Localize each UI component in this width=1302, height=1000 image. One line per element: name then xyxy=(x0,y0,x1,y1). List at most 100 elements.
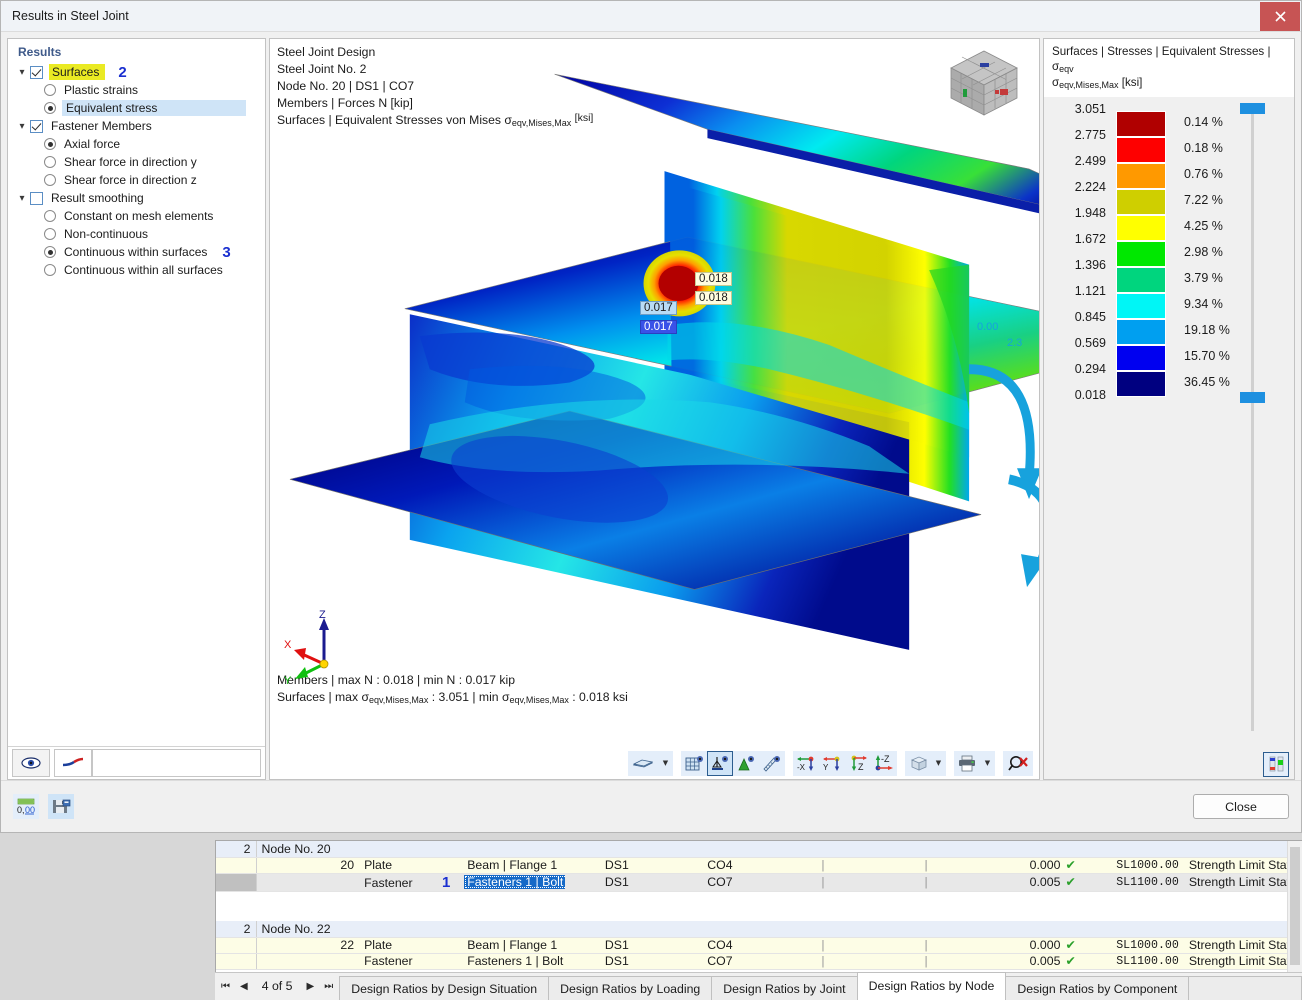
callout-marker-1: 1 xyxy=(442,873,451,891)
printer-icon[interactable] xyxy=(954,750,980,776)
toolbar-group-views: -X Y Z -Z xyxy=(793,750,897,776)
radio-plastic-strains[interactable] xyxy=(44,84,56,96)
tree-footer-toolbar xyxy=(8,746,265,779)
chevron-down-icon[interactable]: ▼ xyxy=(931,750,946,776)
radio-continuous-within-surfaces[interactable] xyxy=(44,246,56,258)
cube-icon[interactable] xyxy=(905,750,931,776)
tree-item-constant-on-mesh[interactable]: Constant on mesh elements xyxy=(14,207,261,225)
table-row[interactable]: Fastener Fasteners 1 | Bolt 1, 1 DS1 CO7… xyxy=(216,953,1287,970)
surface-shading-icon[interactable] xyxy=(628,750,658,776)
table-row[interactable]: 22 Plate Beam | Flange 1 DS1 CO4 | | 0.0… xyxy=(216,937,1287,954)
visibility-eye-icon[interactable] xyxy=(12,749,50,777)
ruler-icon[interactable] xyxy=(759,750,785,776)
axis-neg-z-icon[interactable]: -Z xyxy=(871,750,897,776)
tree-item-equivalent-stress[interactable]: Equivalent stress xyxy=(14,99,261,117)
magnifier-reset-icon[interactable] xyxy=(1003,750,1033,776)
tree-footer-field[interactable] xyxy=(92,749,261,777)
next-page-button[interactable]: ▶ xyxy=(306,981,314,992)
save-settings-button[interactable] xyxy=(48,794,74,819)
legend-range-slider[interactable] xyxy=(1240,103,1265,731)
load-cone-icon[interactable] xyxy=(733,750,759,776)
legend-value: 1.672 xyxy=(1074,232,1106,246)
chevron-down-icon[interactable]: ▾ xyxy=(14,121,30,132)
table-row[interactable]: 20 Plate Beam | Flange 1 DS1 CO4 | | 0.0… xyxy=(216,857,1287,874)
row-description: Strength Limit State | Bolt check xyxy=(1183,873,1287,892)
radio-shear-force-z[interactable] xyxy=(44,174,56,186)
axis-y-icon[interactable]: Y xyxy=(819,750,845,776)
tree-item-shear-force-z[interactable]: Shear force in direction z xyxy=(14,171,261,189)
previous-page-button[interactable]: ◀ xyxy=(240,981,248,992)
checkbox-surfaces[interactable] xyxy=(30,65,43,79)
mesh-grid-glyph xyxy=(685,755,703,770)
radio-continuous-within-all-surfaces[interactable] xyxy=(44,264,56,276)
close-button[interactable]: Close xyxy=(1193,794,1289,819)
tab-design-ratios-by-component[interactable]: Design Ratios by Component xyxy=(1005,976,1190,1000)
legend-swatch[interactable] xyxy=(1116,137,1166,163)
tab-design-ratios-by-joint[interactable]: Design Ratios by Joint xyxy=(711,976,858,1000)
legend-swatch[interactable] xyxy=(1116,215,1166,241)
decimal-places-button[interactable]: 0, 00 xyxy=(13,794,39,819)
tree-item-plastic-strains[interactable]: Plastic strains xyxy=(14,81,261,99)
axis-z-icon[interactable]: Z xyxy=(845,750,871,776)
legend-percent: 2.98 % xyxy=(1184,245,1223,259)
tab-design-ratios-by-node[interactable]: Design Ratios by Node xyxy=(856,972,1007,1000)
row-sl: SL1000.00 xyxy=(1080,857,1184,874)
radio-constant-on-mesh[interactable] xyxy=(44,210,56,222)
table-group-row[interactable]: 2 Node No. 20 xyxy=(216,841,1287,858)
navigation-cube[interactable] xyxy=(945,45,1023,126)
chevron-down-icon[interactable]: ▾ xyxy=(14,193,30,204)
chevron-down-icon[interactable]: ▼ xyxy=(658,750,673,776)
checkbox-result-smoothing[interactable] xyxy=(30,191,43,205)
mesh-grid-icon[interactable] xyxy=(681,750,707,776)
axis-y-glyph: Y xyxy=(823,756,840,772)
tree-group-result-smoothing[interactable]: ▾ Result smoothing xyxy=(14,189,261,207)
legend-swatch[interactable] xyxy=(1116,163,1166,189)
legend-swatch[interactable] xyxy=(1116,345,1166,371)
legend-swatch[interactable] xyxy=(1116,293,1166,319)
row-no: 22 xyxy=(256,937,360,954)
tab-design-ratios-by-loading[interactable]: Design Ratios by Loading xyxy=(548,976,713,1000)
scrollbar-thumb[interactable] xyxy=(1290,847,1300,965)
legend-swatch[interactable] xyxy=(1116,371,1166,397)
results-tree-panel: Results ▾ Surfaces 2 Plastic strains Equ… xyxy=(7,38,266,780)
legend-swatch[interactable] xyxy=(1116,319,1166,345)
tab-design-ratios-by-design-situation[interactable]: Design Ratios by Design Situation xyxy=(339,976,550,1000)
radio-axial-force[interactable] xyxy=(44,138,56,150)
table-row-selected[interactable]: Fastener 1 Fasteners 1 | Bolt 1, 2 DS1 C… xyxy=(216,873,1287,892)
tree-item-continuous-within-all-surfaces[interactable]: Continuous within all surfaces xyxy=(14,261,261,279)
legend-settings-button[interactable] xyxy=(1263,751,1289,777)
radio-non-continuous[interactable] xyxy=(44,228,56,240)
tree-item-non-continuous[interactable]: Non-continuous xyxy=(14,225,261,243)
legend-swatch[interactable] xyxy=(1116,241,1166,267)
axis-x-icon[interactable]: -X xyxy=(793,750,819,776)
support-symbol-icon[interactable] xyxy=(707,750,733,776)
row-co: CO7 xyxy=(668,953,772,970)
radio-shear-force-y[interactable] xyxy=(44,156,56,168)
selected-cell-value[interactable]: Fasteners 1 | Bolt 1, 2 xyxy=(464,875,566,889)
legend-slider-handle-min[interactable] xyxy=(1240,392,1265,403)
tree-group-fastener-members[interactable]: ▾ Fastener Members xyxy=(14,117,261,135)
last-page-button[interactable]: ⏭ xyxy=(324,981,333,992)
tree-group-surfaces[interactable]: ▾ Surfaces 2 xyxy=(14,63,261,81)
tree-item-axial-force[interactable]: Axial force xyxy=(14,135,261,153)
row-b1: | xyxy=(771,857,875,874)
deformation-icon[interactable] xyxy=(54,749,92,777)
save-disk-icon xyxy=(52,799,70,813)
close-icon[interactable] xyxy=(1260,2,1300,31)
tree-item-continuous-within-surfaces[interactable]: Continuous within surfaces 3 xyxy=(14,243,261,261)
table-group-row[interactable]: 2 Node No. 22 xyxy=(216,921,1287,938)
legend-swatch[interactable] xyxy=(1116,111,1166,137)
chevron-down-icon[interactable]: ▼ xyxy=(980,750,995,776)
legend-value: 2.499 xyxy=(1074,154,1106,168)
radio-equivalent-stress[interactable] xyxy=(44,102,56,114)
tree-item-shear-force-y[interactable]: Shear force in direction y xyxy=(14,153,261,171)
legend-swatch[interactable] xyxy=(1116,267,1166,293)
row-no xyxy=(256,953,360,970)
legend-swatch[interactable] xyxy=(1116,189,1166,215)
3d-viewport[interactable]: Steel Joint Design Steel Joint No. 2 Nod… xyxy=(270,39,1039,749)
chevron-down-icon[interactable]: ▾ xyxy=(14,67,30,78)
first-page-button[interactable]: ⏮ xyxy=(221,981,230,992)
legend-slider-handle-max[interactable] xyxy=(1240,103,1265,114)
checkbox-fastener-members[interactable] xyxy=(30,119,43,133)
row-component: Beam | Flange 1 xyxy=(462,857,566,874)
